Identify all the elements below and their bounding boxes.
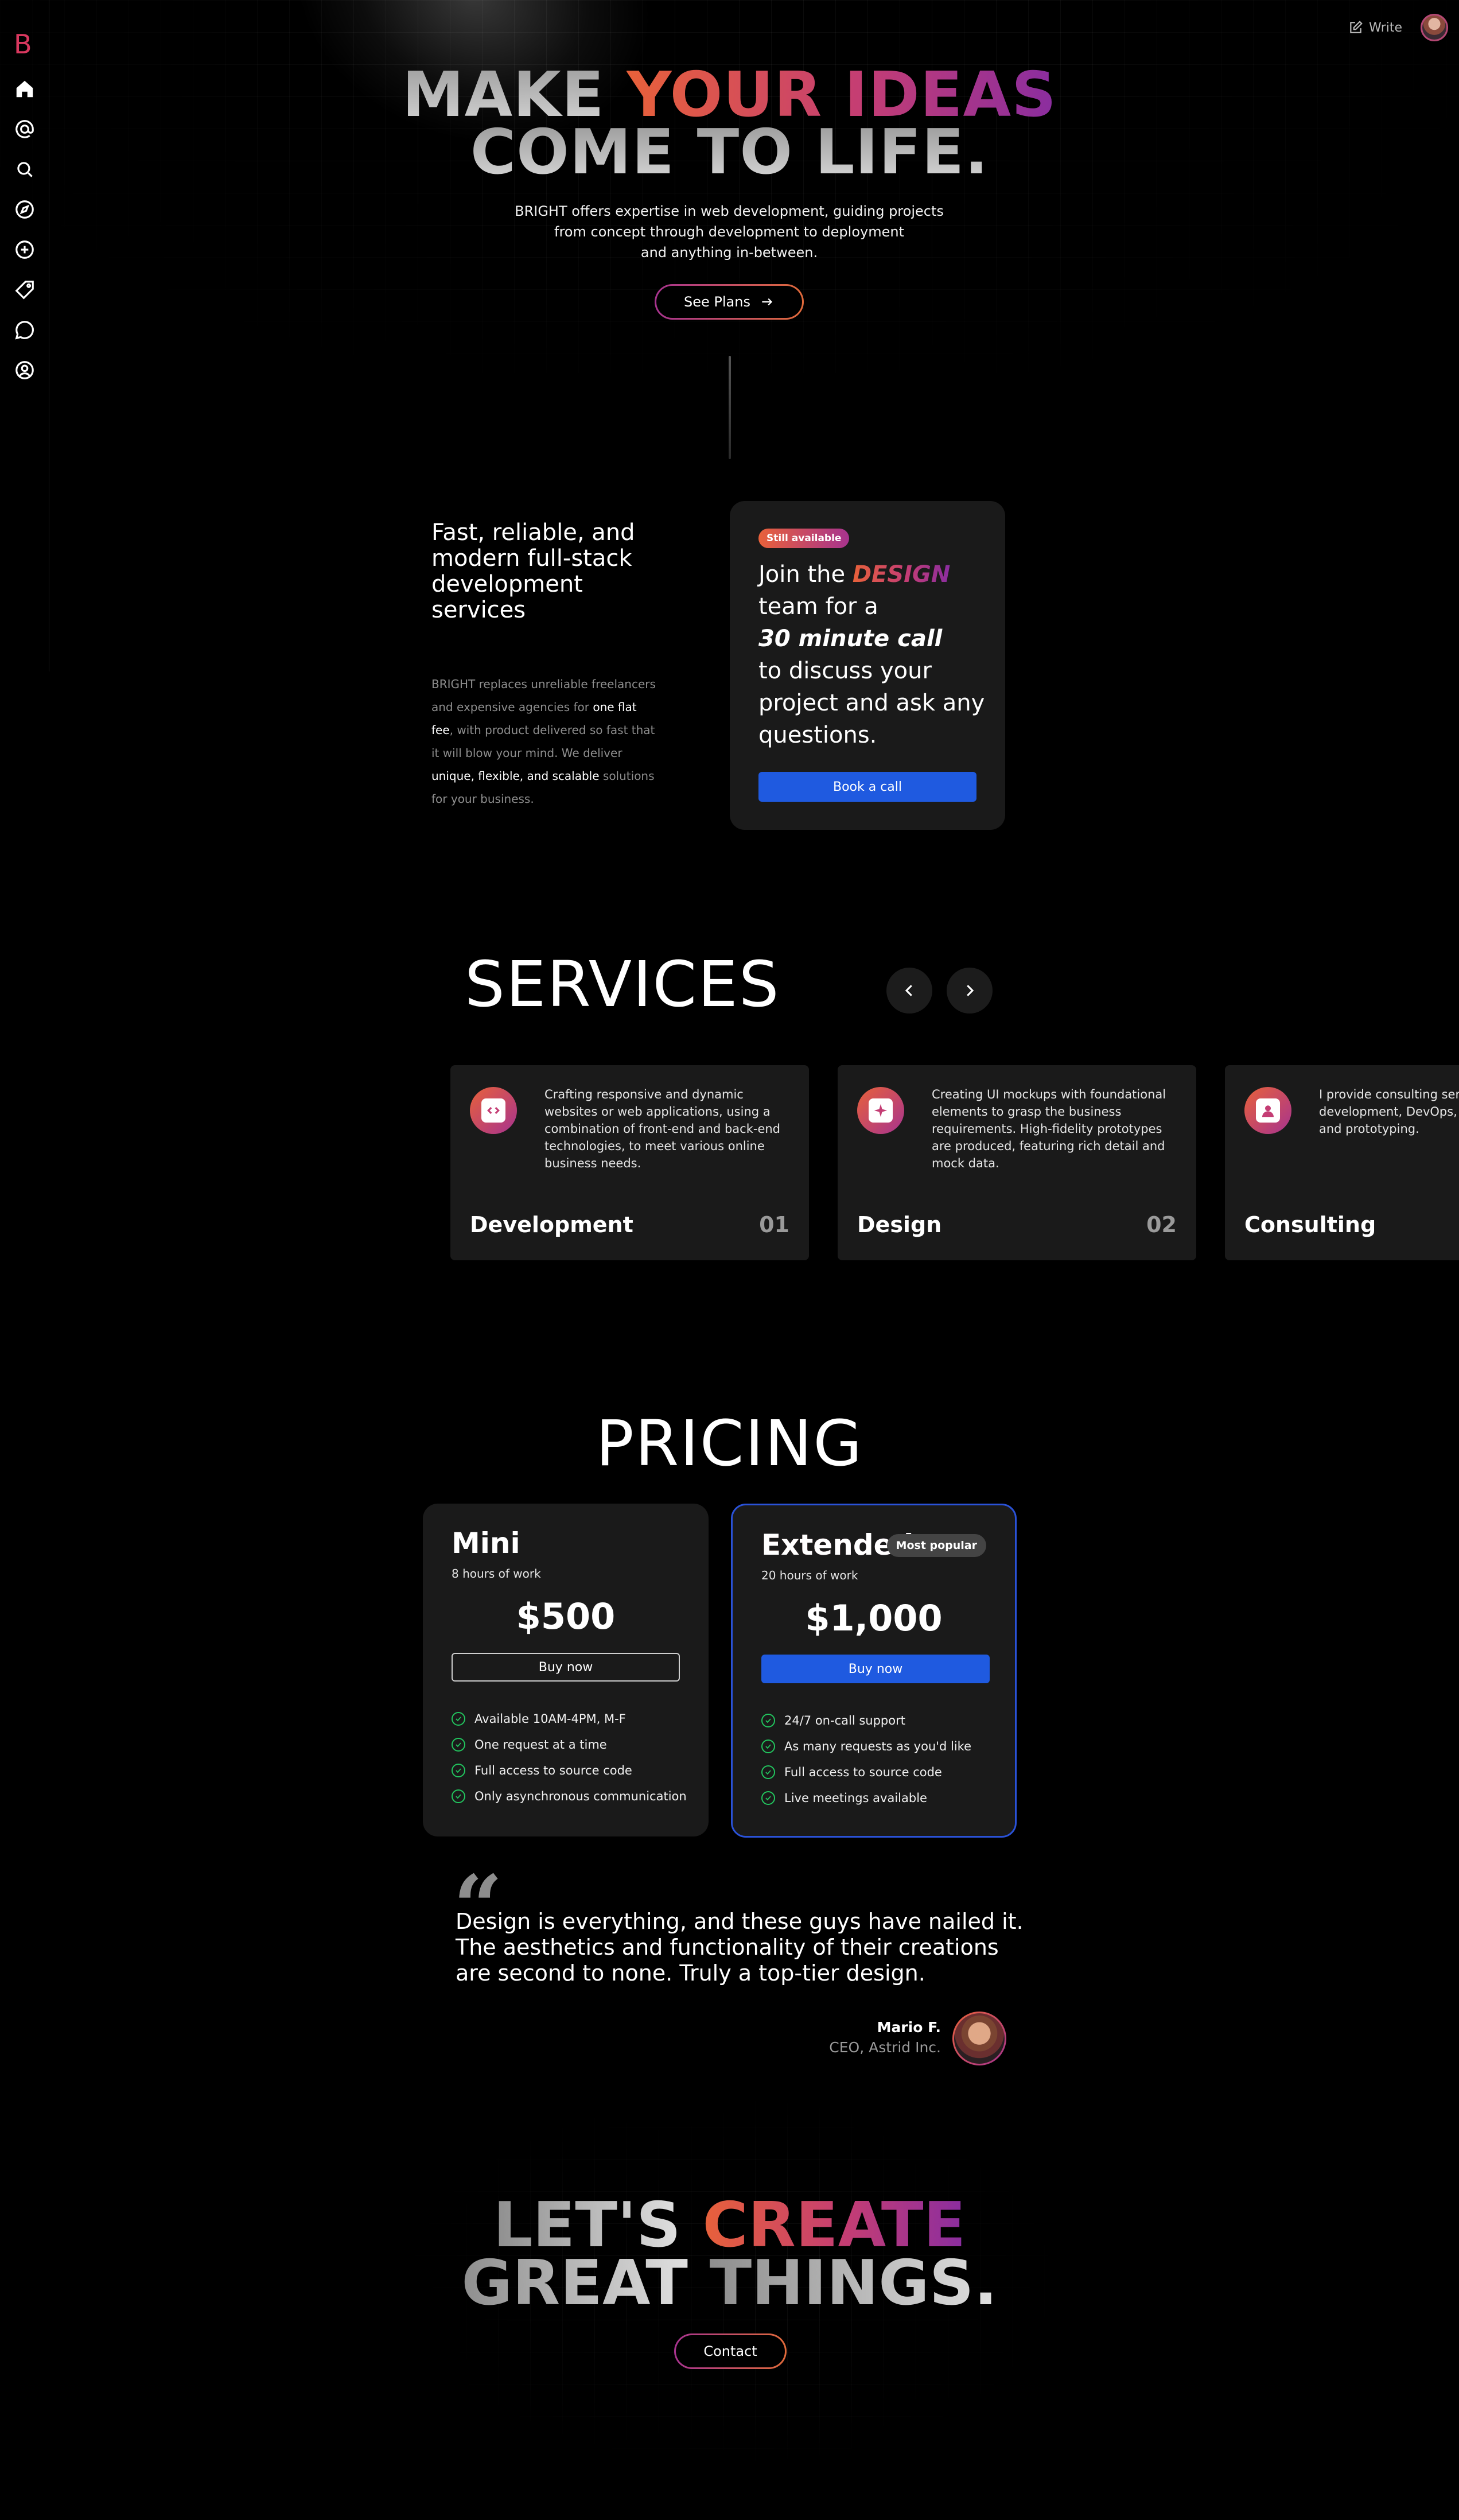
check-icon [761, 1765, 775, 1779]
intro-body-bold-2: unique, flexible, and scalable [431, 769, 600, 783]
call-card: Still available Join the DESIGN team for… [730, 501, 1005, 830]
plan-price: $1,000 [805, 1597, 943, 1639]
service-number: 01 [759, 1212, 789, 1237]
plan-hours: 8 hours of work [452, 1567, 541, 1581]
hero-desc-line-1: BRIGHT offers expertise in web developme… [515, 203, 944, 219]
feature-label: 24/7 on-call support [784, 1713, 905, 1727]
plan-name: Mini [452, 1527, 520, 1560]
call-text-1: Join the [758, 561, 853, 588]
service-name: Development [470, 1212, 633, 1237]
plan-features: 24/7 on-call support As many requests as… [761, 1707, 971, 1811]
hero-desc-line-2: from concept through development to depl… [554, 224, 904, 240]
check-icon [761, 1713, 775, 1727]
testimonial-author: Mario F. [877, 2019, 941, 2036]
user-circle-icon[interactable] [13, 358, 37, 382]
call-text-duration: 30 minute call [758, 626, 943, 652]
arrow-right-icon [762, 298, 773, 306]
service-desc: I provide consulting services in web dev… [1319, 1088, 1459, 1136]
services-prev-button[interactable] [886, 968, 932, 1014]
hero-title-line-2: COME TO LIFE. [0, 122, 1459, 184]
feature-label: Full access to source code [474, 1763, 632, 1777]
feature-item: Only asynchronous communication [452, 1783, 687, 1809]
divider-line [729, 356, 731, 459]
plan-price: $500 [516, 1595, 616, 1637]
see-plans-label: See Plans [684, 294, 750, 310]
buy-mini-button[interactable]: Buy now [452, 1653, 680, 1682]
call-card-text: Join the DESIGN team for a 30 minute call… [758, 558, 988, 751]
service-desc: Crafting responsive and dynamic websites… [544, 1088, 781, 1170]
intro-body-text-2: , with product delivered so fast that it… [431, 723, 655, 760]
pricing-card-extended: Extended Most popular 20 hours of work $… [731, 1504, 1017, 1838]
check-icon [761, 1791, 775, 1805]
feature-label: Live meetings available [784, 1791, 927, 1805]
hero-description: BRIGHT offers expertise in web developme… [500, 201, 959, 263]
cta-title-line-2: GREAT THINGS. [0, 2253, 1459, 2315]
pricing-card-mini: Mini 8 hours of work $500 Buy now Availa… [423, 1504, 709, 1836]
compass-icon[interactable] [13, 197, 37, 222]
chat-icon[interactable] [13, 318, 37, 342]
service-name: Design [857, 1212, 942, 1237]
plan-features: Available 10AM-4PM, M-F One request at a… [452, 1706, 687, 1809]
person-icon [1244, 1087, 1291, 1134]
contact-button[interactable]: Contact [674, 2333, 787, 2369]
intro-body: BRIGHT replaces unreliable freelancers a… [431, 673, 661, 810]
feature-item: One request at a time [452, 1731, 687, 1757]
services-next-button[interactable] [947, 968, 993, 1014]
call-text-3: to discuss your project and ask any ques… [758, 658, 985, 748]
plan-hours: 20 hours of work [761, 1568, 858, 1582]
status-badge: Still available [758, 529, 850, 548]
hero-desc-line-3: and anything in-between. [640, 244, 818, 261]
check-icon [452, 1737, 465, 1752]
service-desc: Creating UI mockups with foundational el… [932, 1088, 1166, 1170]
feature-item: As many requests as you'd like [761, 1733, 971, 1759]
feature-label: Only asynchronous communication [474, 1789, 687, 1803]
testimonial-quote: Design is everything, and these guys hav… [456, 1909, 1024, 1986]
testimonial-avatar [952, 2012, 1006, 2065]
check-icon [761, 1739, 775, 1753]
check-icon [452, 1763, 465, 1777]
feature-item: Full access to source code [452, 1757, 687, 1783]
feature-label: As many requests as you'd like [784, 1739, 972, 1753]
see-plans-button[interactable]: See Plans [655, 284, 804, 320]
feature-item: Live meetings available [761, 1785, 971, 1811]
chevron-left-icon [905, 985, 912, 996]
call-text-design: DESIGN [852, 561, 951, 588]
popular-badge: Most popular [886, 1534, 986, 1557]
avatar[interactable] [1421, 14, 1448, 41]
service-name: Consulting [1244, 1212, 1376, 1237]
service-number: 02 [1146, 1212, 1177, 1237]
contact-label: Contact [703, 2343, 757, 2359]
feature-label: One request at a time [474, 1737, 607, 1752]
write-button[interactable]: Write [1348, 17, 1402, 38]
service-card-consulting[interactable]: I provide consulting services in web dev… [1225, 1065, 1459, 1260]
service-card-design[interactable]: Creating UI mockups with foundational el… [838, 1065, 1196, 1260]
call-text-2: team for a [758, 593, 878, 620]
check-icon [452, 1789, 465, 1803]
intro-title: Fast, reliable, and modern full-stack de… [431, 519, 635, 623]
services-title: SERVICES [465, 948, 780, 1021]
sparkle-icon [857, 1087, 904, 1134]
cta-word-things: THINGS. [709, 2247, 998, 2319]
tag-icon[interactable] [13, 278, 37, 302]
book-call-button[interactable]: Book a call [758, 772, 976, 802]
feature-item: Full access to source code [761, 1759, 971, 1785]
quote-icon: “ [453, 1857, 503, 1958]
cta-word-great: GREAT [461, 2247, 688, 2319]
plus-circle-icon[interactable] [13, 238, 37, 262]
brand-logo[interactable]: B [14, 29, 32, 60]
feature-item: 24/7 on-call support [761, 1707, 971, 1733]
feature-label: Full access to source code [784, 1765, 942, 1779]
code-icon [470, 1087, 517, 1134]
check-icon [452, 1711, 465, 1726]
testimonial-role: CEO, Astrid Inc. [829, 2039, 941, 2056]
feature-label: Available 10AM-4PM, M-F [474, 1711, 626, 1726]
edit-icon [1350, 21, 1363, 33]
buy-extended-button[interactable]: Buy now [761, 1655, 990, 1683]
feature-item: Available 10AM-4PM, M-F [452, 1706, 687, 1731]
service-card-development[interactable]: Crafting responsive and dynamic websites… [450, 1065, 809, 1260]
chevron-right-icon [967, 985, 974, 996]
pricing-title: PRICING [596, 1407, 863, 1480]
write-label: Write [1369, 20, 1403, 35]
